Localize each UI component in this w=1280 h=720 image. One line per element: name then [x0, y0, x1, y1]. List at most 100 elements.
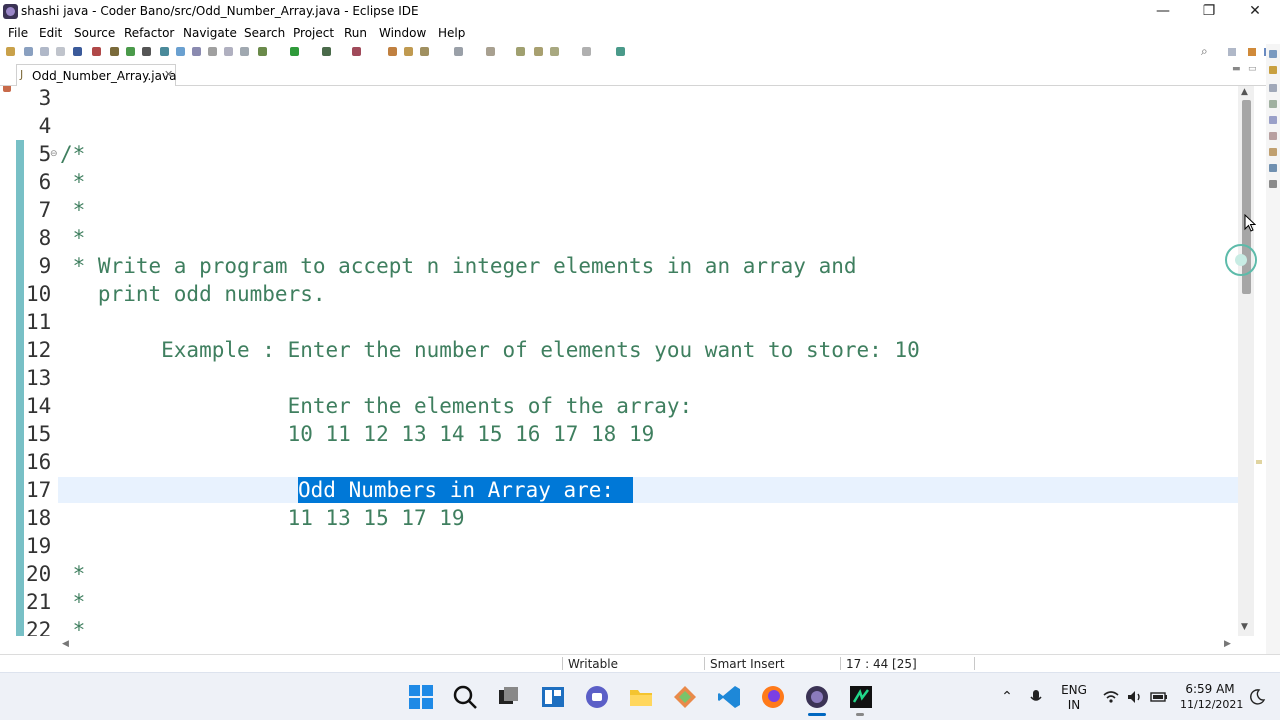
- menu-file[interactable]: File: [8, 26, 28, 40]
- console-view-icon[interactable]: [1269, 164, 1277, 172]
- refresh-icon[interactable]: [126, 47, 135, 56]
- menu-navigate[interactable]: Navigate: [183, 26, 237, 40]
- battery-icon[interactable]: [1150, 688, 1168, 706]
- declaration-view-icon[interactable]: [1269, 148, 1277, 156]
- editor-tab[interactable]: J Odd_Number_Array.java ✕: [16, 64, 176, 86]
- code-line: *: [60, 198, 86, 222]
- terminal-icon[interactable]: [73, 47, 82, 56]
- last-edit-icon[interactable]: [516, 47, 525, 56]
- menu-run[interactable]: Run: [344, 26, 367, 40]
- file-explorer-icon[interactable]: [628, 684, 654, 710]
- problems-view-icon[interactable]: [1269, 116, 1277, 124]
- menu-window[interactable]: Window: [379, 26, 426, 40]
- close-tab-icon[interactable]: ✕: [164, 68, 173, 81]
- open-perspective-icon[interactable]: [1269, 50, 1277, 58]
- menu-bar: File Edit Source Refactor Navigate Searc…: [0, 24, 1280, 44]
- code-line: Enter the elements of the array:: [60, 394, 693, 418]
- word-wrap-icon[interactable]: [224, 47, 233, 56]
- show-hidden-icons-icon[interactable]: ⌃: [998, 688, 1016, 706]
- previous-annotation-icon[interactable]: [486, 47, 495, 56]
- firefox-icon[interactable]: [760, 684, 786, 710]
- new-icon[interactable]: [6, 47, 15, 56]
- new-class-icon[interactable]: [420, 47, 429, 56]
- debug-icon[interactable]: [258, 47, 267, 56]
- task-view-icon[interactable]: [496, 684, 522, 710]
- status-bar: Writable Smart Insert 17 : 44 [25]: [0, 654, 1280, 672]
- clock-date[interactable]: 11/12/2021: [1180, 698, 1243, 711]
- volume-icon[interactable]: [1126, 688, 1144, 706]
- scroll-left-icon[interactable]: ◀: [62, 639, 69, 649]
- menu-search[interactable]: Search: [244, 26, 285, 40]
- menu-project[interactable]: Project: [293, 26, 334, 40]
- dropdown-icon[interactable]: [142, 47, 151, 56]
- overview-ruler-mark[interactable]: [1256, 460, 1262, 464]
- scroll-down-icon[interactable]: ▼: [1241, 622, 1248, 632]
- line-number: 11: [26, 310, 52, 334]
- language-region[interactable]: IN: [1060, 698, 1088, 712]
- run-icon[interactable]: [290, 47, 299, 56]
- text-selection[interactable]: Odd Numbers in Array are:: [298, 477, 633, 503]
- new-package-icon[interactable]: [404, 47, 413, 56]
- save-icon[interactable]: [24, 47, 33, 56]
- store-icon[interactable]: [672, 684, 698, 710]
- javadoc-view-icon[interactable]: [1269, 132, 1277, 140]
- maximize-editor-icon[interactable]: ▭: [1248, 64, 1257, 74]
- print-icon[interactable]: [56, 47, 65, 56]
- vscode-icon[interactable]: [716, 684, 742, 710]
- code-line: *: [60, 170, 86, 194]
- back-dropdown-icon[interactable]: [550, 47, 559, 56]
- external-tools-icon[interactable]: [352, 47, 361, 56]
- task-list-icon[interactable]: [1269, 100, 1277, 108]
- menu-source[interactable]: Source: [74, 26, 115, 40]
- code-line: 11 13 15 17 19: [60, 506, 465, 530]
- show-whitespace-icon[interactable]: [240, 47, 249, 56]
- new-java-project-icon[interactable]: [388, 47, 397, 56]
- close-window-button[interactable]: ✕: [1232, 0, 1278, 24]
- fold-toggle-icon[interactable]: ⊖: [50, 141, 58, 167]
- minimize-button[interactable]: —: [1140, 0, 1186, 24]
- scroll-up-icon[interactable]: ▲: [1241, 87, 1248, 97]
- scroll-right-icon[interactable]: ▶: [1224, 639, 1231, 649]
- forward-icon[interactable]: [582, 47, 591, 56]
- maximize-button[interactable]: ❐: [1186, 0, 1232, 24]
- microphone-icon[interactable]: [1027, 688, 1045, 706]
- search-icon[interactable]: ⌕: [1201, 44, 1208, 59]
- back-icon[interactable]: [534, 47, 543, 56]
- horizontal-scrollbar[interactable]: ◀ ▶: [56, 638, 1238, 652]
- mark-occurrences-icon[interactable]: [176, 47, 185, 56]
- build-icon[interactable]: [110, 47, 119, 56]
- minimize-editor-icon[interactable]: ▬: [1232, 64, 1241, 74]
- pin-editor-icon[interactable]: [616, 47, 625, 56]
- wifi-icon[interactable]: [1102, 688, 1120, 706]
- progress-view-icon[interactable]: [1269, 180, 1277, 188]
- menu-refactor[interactable]: Refactor: [124, 26, 174, 40]
- main-toolbar: ⌕: [0, 44, 1280, 60]
- language-code[interactable]: ENG: [1060, 683, 1088, 697]
- clock-time[interactable]: 6:59 AM: [1180, 682, 1240, 696]
- block-selection-icon[interactable]: [208, 47, 217, 56]
- status-insert-mode[interactable]: Smart Insert: [710, 657, 785, 671]
- windows-start-icon[interactable]: [408, 684, 434, 710]
- teams-chat-icon[interactable]: [584, 684, 610, 710]
- vertical-scrollbar[interactable]: ▲ ▼: [1238, 86, 1254, 636]
- open-type-icon[interactable]: [160, 47, 169, 56]
- widgets-icon[interactable]: [540, 684, 566, 710]
- search-icon[interactable]: [452, 684, 478, 710]
- next-annotation-icon[interactable]: [454, 47, 463, 56]
- status-separator: [562, 657, 563, 670]
- coverage-icon[interactable]: [322, 47, 331, 56]
- pycharm-icon[interactable]: [848, 684, 874, 710]
- status-writable: Writable: [568, 657, 618, 671]
- right-trim-stack: [1266, 44, 1280, 658]
- minimize-stack-icon[interactable]: [1269, 66, 1277, 74]
- save-all-icon[interactable]: [40, 47, 49, 56]
- menu-edit[interactable]: Edit: [39, 26, 62, 40]
- status-cursor-position[interactable]: 17 : 44 [25]: [846, 657, 917, 671]
- focus-assist-moon-icon[interactable]: [1248, 688, 1266, 706]
- outline-view-icon[interactable]: [1269, 84, 1277, 92]
- menu-help[interactable]: Help: [438, 26, 465, 40]
- eclipse-taskbar-icon[interactable]: [804, 684, 830, 710]
- code-editor[interactable]: 3 4 5 ⊖ /* 6 * 7 * 8 * 9 * Write a progr…: [16, 86, 1238, 636]
- skip-breakpoints-icon[interactable]: [92, 47, 101, 56]
- toggle-highlight-icon[interactable]: [192, 47, 201, 56]
